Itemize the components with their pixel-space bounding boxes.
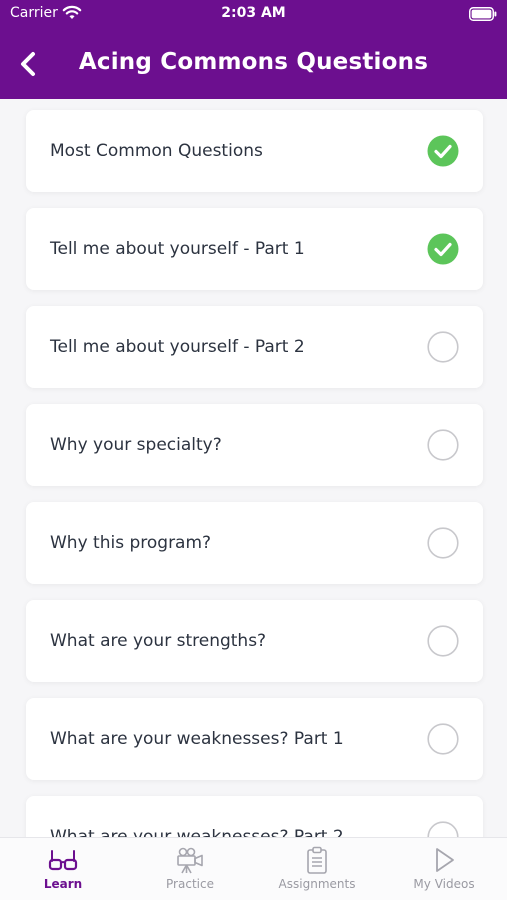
app-header: Carrier 2:03 AM Acing Commons Questions <box>0 0 507 99</box>
tab-label: My Videos <box>413 877 475 891</box>
empty-circle-icon <box>427 821 459 837</box>
tab-learn[interactable]: Learn <box>0 838 126 900</box>
empty-circle-icon <box>427 723 459 755</box>
tab-label: Practice <box>166 877 214 891</box>
lesson-card-tell-me-about-yourself-part-2[interactable]: Tell me about yourself - Part 2 <box>26 306 483 388</box>
glasses-icon <box>48 850 78 871</box>
lesson-card-why-this-program[interactable]: Why this program? <box>26 502 483 584</box>
tab-assignments[interactable]: Assignments <box>254 838 380 900</box>
empty-circle-icon <box>427 625 459 657</box>
navigation-bar: Acing Commons Questions <box>0 28 507 99</box>
lesson-label: Tell me about yourself - Part 1 <box>50 239 305 259</box>
video-camera-icon <box>177 847 203 874</box>
lesson-label: Why this program? <box>50 533 212 553</box>
tab-label: Learn <box>43 877 83 891</box>
tab-practice[interactable]: Practice <box>127 838 253 900</box>
empty-circle-icon <box>427 527 459 559</box>
lesson-list[interactable]: Most Common Questions Tell me about your… <box>0 99 507 837</box>
lesson-label: Tell me about yourself - Part 2 <box>50 337 305 357</box>
check-complete-icon <box>427 135 459 167</box>
chevron-left-icon <box>21 52 35 76</box>
empty-circle-icon <box>427 331 459 363</box>
tab-bar: Learn Practice Assignments My Videos <box>0 837 507 900</box>
tab-my-videos[interactable]: My Videos <box>381 838 507 900</box>
check-complete-icon <box>427 233 459 265</box>
lesson-label: What are your weaknesses? Part 1 <box>50 729 344 749</box>
lesson-card-tell-me-about-yourself-part-1[interactable]: Tell me about yourself - Part 1 <box>26 208 483 290</box>
lesson-card-weaknesses-part-2[interactable]: What are your weaknesses? Part 2 <box>26 796 483 837</box>
lesson-card-weaknesses-part-1[interactable]: What are your weaknesses? Part 1 <box>26 698 483 780</box>
battery-icon <box>469 7 497 21</box>
page-title: Acing Commons Questions <box>78 49 429 75</box>
play-icon <box>436 848 454 872</box>
back-button[interactable] <box>12 48 44 80</box>
lesson-label: Most Common Questions <box>50 141 263 161</box>
lesson-label: What are your strengths? <box>50 631 267 651</box>
empty-circle-icon <box>427 429 459 461</box>
status-time: 2:03 AM <box>221 5 286 21</box>
clipboard-icon <box>307 846 327 874</box>
lesson-card-what-are-your-strengths[interactable]: What are your strengths? <box>26 600 483 682</box>
lesson-label: What are your weaknesses? Part 2 <box>50 827 344 837</box>
tab-label: Assignments <box>278 877 356 891</box>
lesson-card-why-your-specialty[interactable]: Why your specialty? <box>26 404 483 486</box>
lesson-label: Why your specialty? <box>50 435 222 455</box>
status-bar: Carrier 2:03 AM <box>0 0 507 28</box>
lesson-card-most-common-questions[interactable]: Most Common Questions <box>26 110 483 192</box>
